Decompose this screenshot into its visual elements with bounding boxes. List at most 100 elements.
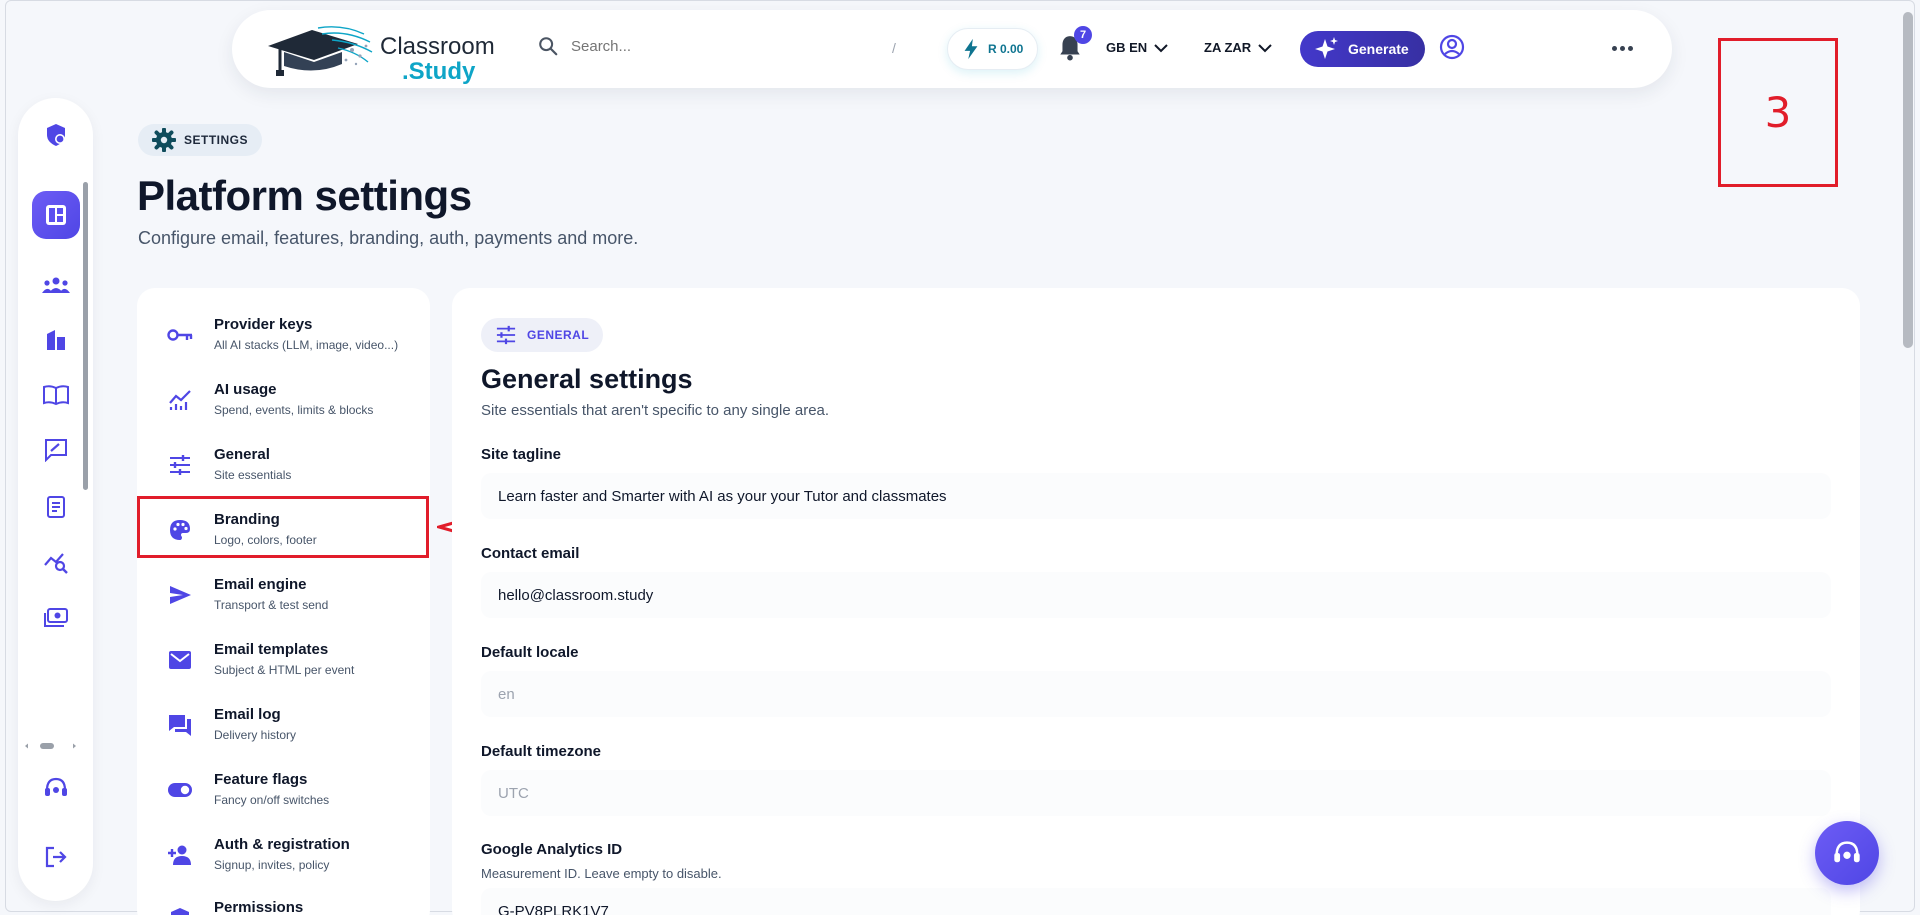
contact-email-label: Contact email — [481, 545, 580, 562]
logout-icon[interactable] — [42, 843, 70, 871]
sliders-icon — [496, 325, 516, 345]
credit-balance-button[interactable]: R 0.00 — [947, 28, 1039, 70]
shield-account-icon-svg — [47, 124, 65, 146]
google-analytics-input[interactable] — [481, 888, 1831, 915]
general-settings-panel: GENERAL General settings Site essentials… — [452, 288, 1860, 915]
graduation-cap-logo-icon — [268, 26, 373, 76]
more-dot — [1612, 46, 1617, 51]
analytics-search-icon-svg — [44, 553, 68, 574]
nav-item-title: Permissions — [214, 899, 304, 915]
currency-selector[interactable]: ZA ZAR — [1204, 40, 1273, 55]
send-icon — [167, 582, 193, 608]
logout-icon-svg — [45, 846, 67, 868]
nav-item-feature-flags[interactable]: Feature flags Fancy on/off switches — [137, 761, 430, 821]
document-icon-svg — [47, 496, 65, 518]
nav-item-title: AI usage — [214, 381, 277, 398]
settings-navigation: Provider keys All AI stacks (LLM, image,… — [137, 288, 430, 915]
default-timezone-label: Default timezone — [481, 743, 602, 760]
logo-line-2: .Study — [402, 58, 476, 85]
chevron-down-icon — [1258, 43, 1272, 52]
general-chip: GENERAL — [481, 318, 604, 352]
dashboard-icon[interactable] — [32, 191, 80, 239]
nav-item-email-engine[interactable]: Email engine Transport & test send — [137, 566, 430, 626]
document-icon[interactable] — [42, 493, 70, 521]
general-chip-label: GENERAL — [527, 328, 590, 342]
nav-item-provider-keys[interactable]: Provider keys All AI stacks (LLM, image,… — [137, 306, 430, 366]
groups-icon-svg — [42, 277, 70, 293]
nav-item-permissions[interactable]: Permissions — [137, 889, 430, 915]
gear-icon — [152, 128, 176, 152]
horizontal-scrollbar-icon — [25, 743, 76, 749]
page-title: Platform settings — [137, 172, 472, 219]
default-locale-label: Default locale — [481, 644, 579, 661]
left-icon-rail — [18, 98, 93, 901]
panel-title: General settings — [481, 364, 693, 394]
page-vertical-scrollbar[interactable] — [1900, 0, 1916, 912]
nav-item-general[interactable]: General Site essentials — [137, 436, 430, 496]
site-tagline-label: Site tagline — [481, 446, 562, 463]
support-chat-button[interactable] — [1815, 821, 1879, 885]
chat-edit-icon[interactable] — [42, 436, 70, 464]
generate-label: Generate — [1348, 41, 1409, 57]
sparkles-icon — [1315, 37, 1338, 59]
generate-button[interactable]: Generate — [1300, 31, 1425, 67]
nav-item-subtitle: Site essentials — [214, 468, 292, 482]
nav-item-title: General — [214, 446, 270, 463]
rail-scrollbar-thumb[interactable] — [83, 182, 88, 490]
nav-item-title: Provider keys — [214, 316, 313, 333]
nav-item-title: Email engine — [214, 576, 307, 593]
nav-item-subtitle: Spend, events, limits & blocks — [214, 403, 374, 417]
palette-icon — [167, 517, 193, 543]
nav-item-email-log[interactable]: Email log Delivery history — [137, 696, 430, 756]
notification-count-badge: 7 — [1074, 26, 1092, 44]
nav-item-auth-registration[interactable]: Auth & registration Signup, invites, pol… — [137, 826, 430, 886]
nav-item-title: Email templates — [214, 641, 329, 658]
shield-icon — [167, 905, 193, 915]
default-locale-input[interactable] — [481, 671, 1831, 717]
nav-item-ai-usage[interactable]: AI usage Spend, events, limits & blocks — [137, 371, 430, 431]
google-analytics-label: Google Analytics ID — [481, 841, 623, 858]
top-header: Classroom .Study / R 0.00 7 GB EN ZA ZAR — [232, 10, 1672, 88]
more-options-icon[interactable] — [1612, 46, 1633, 51]
nav-item-subtitle: Subject & HTML per event — [214, 663, 355, 677]
nav-item-subtitle: All AI stacks (LLM, image, video...) — [214, 338, 399, 352]
support-icon[interactable] — [42, 774, 70, 802]
language-selector[interactable]: GB EN — [1106, 40, 1169, 55]
logo-line-1: Classroom — [380, 33, 495, 60]
nav-item-title: Email log — [214, 706, 281, 723]
settings-chip-label: SETTINGS — [184, 133, 249, 147]
rail-horizontal-scrollbar[interactable] — [24, 737, 79, 749]
analytics-search-icon[interactable] — [42, 549, 70, 577]
toggle-icon — [167, 777, 193, 803]
building-icon[interactable] — [42, 326, 70, 354]
payments-icon[interactable] — [42, 604, 70, 632]
credit-balance-value: R 0.00 — [988, 42, 1024, 56]
search-icon — [539, 37, 558, 56]
search-input[interactable] — [571, 37, 891, 55]
nav-item-email-templates[interactable]: Email templates Subject & HTML per event — [137, 631, 430, 691]
site-tagline-input[interactable] — [481, 473, 1831, 519]
language-value: GB EN — [1106, 40, 1148, 55]
mail-icon — [167, 647, 193, 673]
step-number: 3 — [1764, 88, 1792, 137]
search-bar[interactable] — [537, 35, 917, 57]
book-open-icon[interactable] — [42, 381, 70, 409]
contact-email-input[interactable] — [481, 572, 1831, 618]
groups-icon[interactable] — [42, 271, 70, 299]
more-dot — [1628, 46, 1633, 51]
account-circle-icon[interactable] — [1439, 34, 1465, 60]
chat-edit-icon-svg — [45, 439, 67, 462]
page-subtitle: Configure email, features, branding, aut… — [138, 228, 639, 248]
nav-item-subtitle: Logo, colors, footer — [214, 533, 317, 547]
forum-icon — [167, 712, 193, 738]
shield-account-icon[interactable] — [42, 121, 70, 149]
panel-subtitle: Site essentials that aren't specific to … — [481, 402, 830, 419]
nav-item-subtitle: Fancy on/off switches — [214, 793, 330, 807]
nav-item-subtitle: Signup, invites, policy — [214, 858, 330, 872]
default-timezone-input[interactable] — [481, 770, 1831, 816]
rail-vertical-scrollbar[interactable] — [83, 182, 89, 490]
page-scrollbar-thumb[interactable] — [1903, 12, 1913, 348]
nav-item-branding[interactable]: Branding Logo, colors, footer — [137, 501, 430, 561]
site-logo[interactable]: Classroom .Study — [262, 20, 502, 84]
key-icon — [167, 322, 193, 348]
